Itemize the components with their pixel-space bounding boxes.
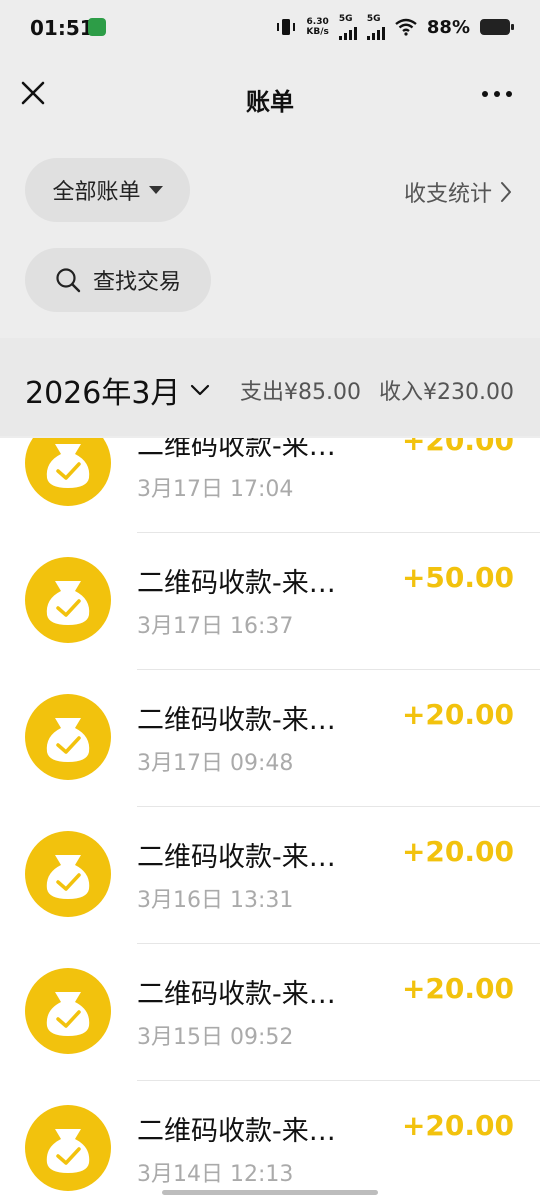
month-selector[interactable]: 2026年3月 xyxy=(25,368,210,412)
vibrate-icon xyxy=(277,19,296,35)
status-indicators: 6.30 KB/s 5G 5G 88% xyxy=(276,14,514,40)
money-bag-icon xyxy=(25,1105,111,1191)
network-speed: 6.30 KB/s xyxy=(306,17,328,37)
header: 账单 全部账单 收支统计 查找交易 2026年3月 支出¥85.00 收入¥23 xyxy=(0,58,540,438)
status-bar: 01:51 6.30 KB/s 5G 5G 88% xyxy=(0,0,540,58)
transaction-title: 二维码收款-来… xyxy=(137,568,336,599)
more-icon[interactable] xyxy=(480,84,514,104)
money-bag-icon xyxy=(25,694,111,780)
month-totals: 支出¥85.00 收入¥230.00 xyxy=(240,374,514,406)
app-notification-icon xyxy=(88,18,106,36)
transaction-time: 3月14日 12:13 xyxy=(137,1162,294,1187)
transaction-title: 二维码收款-来… xyxy=(137,705,336,736)
speed-value: 6.30 xyxy=(306,17,329,27)
expense-total: 支出¥85.00 xyxy=(240,380,362,405)
transaction-amount: +20.00 xyxy=(401,1109,514,1142)
transaction-list: 二维码收款-来… 3月17日 17:04 +20.00 二维码收款-来… 3月1… xyxy=(0,438,540,1200)
transaction-amount: +20.00 xyxy=(401,438,514,457)
month-label: 2026年3月 xyxy=(25,376,181,411)
transaction-row[interactable]: 二维码收款-来… 3月17日 17:04 +20.00 xyxy=(0,438,540,533)
transaction-title: 二维码收款-来… xyxy=(137,979,336,1010)
wifi-icon xyxy=(395,18,417,36)
speed-unit: KB/s xyxy=(306,27,329,37)
caret-down-icon xyxy=(148,186,163,194)
money-bag-icon xyxy=(25,438,111,506)
signal-bars-icon xyxy=(366,24,385,40)
month-summary-bar: 2026年3月 支出¥85.00 收入¥230.00 xyxy=(0,338,540,436)
transaction-amount: +50.00 xyxy=(401,561,514,594)
transaction-time: 3月16日 13:31 xyxy=(137,888,294,913)
home-indicator[interactable] xyxy=(162,1190,378,1195)
search-icon xyxy=(56,268,81,293)
transaction-amount: +20.00 xyxy=(401,698,514,731)
transaction-title: 二维码收款-来… xyxy=(137,1116,336,1147)
stats-link[interactable]: 收支统计 xyxy=(404,176,512,208)
money-bag-icon xyxy=(25,831,111,917)
money-bag-icon xyxy=(25,968,111,1054)
transaction-row[interactable]: 二维码收款-来… 3月15日 09:52 +20.00 xyxy=(0,944,540,1081)
transaction-amount: +20.00 xyxy=(401,972,514,1005)
status-time: 01:51 xyxy=(30,16,94,40)
transaction-row[interactable]: 二维码收款-来… 3月16日 13:31 +20.00 xyxy=(0,807,540,944)
sim1-label: 5G xyxy=(338,14,353,24)
transaction-title: 二维码收款-来… xyxy=(137,842,336,873)
bill-filter-button[interactable]: 全部账单 xyxy=(25,158,190,222)
sim1-signal: 5G xyxy=(338,14,357,40)
signal-bars-icon xyxy=(338,24,357,40)
transaction-amount: +20.00 xyxy=(401,835,514,868)
chevron-right-icon xyxy=(501,182,511,202)
stats-link-label: 收支统计 xyxy=(403,182,492,207)
transaction-title: 二维码收款-来… xyxy=(137,438,336,462)
battery-icon xyxy=(480,19,514,35)
bill-filter-label: 全部账单 xyxy=(52,180,141,205)
transaction-row[interactable]: 二维码收款-来… 3月14日 12:13 +20.00 xyxy=(0,1081,540,1200)
transaction-time: 3月15日 09:52 xyxy=(137,1025,294,1050)
income-total: 收入¥230.00 xyxy=(379,380,514,405)
transaction-time: 3月17日 16:37 xyxy=(137,614,294,639)
transaction-row[interactable]: 二维码收款-来… 3月17日 09:48 +20.00 xyxy=(0,670,540,807)
page-title: 账单 xyxy=(246,88,294,116)
search-transactions-button[interactable]: 查找交易 xyxy=(25,248,211,312)
search-label: 查找交易 xyxy=(92,270,181,295)
money-bag-icon xyxy=(25,557,111,643)
sim2-signal: 5G xyxy=(366,14,385,40)
transaction-row[interactable]: 二维码收款-来… 3月17日 16:37 +50.00 xyxy=(0,533,540,670)
battery-percent: 88% xyxy=(426,16,470,38)
sim2-label: 5G xyxy=(366,14,381,24)
transaction-time: 3月17日 17:04 xyxy=(137,477,294,502)
chevron-down-icon xyxy=(191,384,210,396)
transaction-time: 3月17日 09:48 xyxy=(137,751,294,776)
